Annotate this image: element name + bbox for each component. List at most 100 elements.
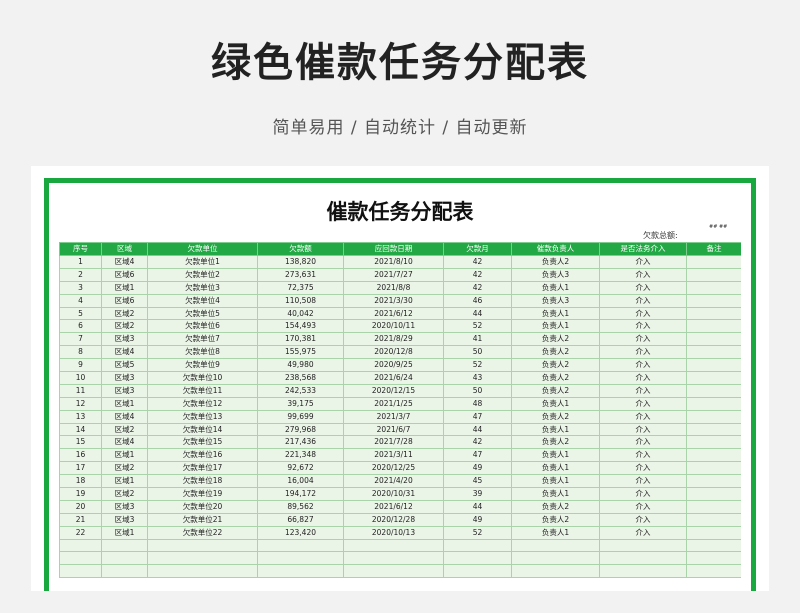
- table-cell[interactable]: 2020/10/31: [343, 487, 444, 501]
- table-cell[interactable]: 18: [59, 474, 102, 489]
- empty-cell[interactable]: [343, 564, 444, 579]
- table-cell[interactable]: 介入: [599, 396, 687, 411]
- table-cell[interactable]: 50: [443, 345, 512, 360]
- table-cell[interactable]: 介入: [599, 371, 687, 385]
- table-cell[interactable]: 2021/6/7: [343, 422, 444, 437]
- table-cell[interactable]: 42: [443, 435, 512, 450]
- table-cell[interactable]: 49: [443, 461, 512, 476]
- table-cell[interactable]: 66,827: [257, 512, 344, 527]
- table-cell[interactable]: 2020/10/13: [343, 525, 444, 540]
- table-cell[interactable]: 负责人2: [511, 371, 600, 385]
- table-cell[interactable]: 48: [443, 396, 512, 411]
- table-cell[interactable]: 区域3: [101, 371, 148, 385]
- table-cell[interactable]: 2020/12/25: [343, 461, 444, 476]
- table-cell[interactable]: [686, 525, 741, 540]
- empty-cell[interactable]: [59, 551, 102, 566]
- table-cell[interactable]: 介入: [599, 512, 687, 527]
- table-cell[interactable]: 欠款单位11: [147, 383, 258, 398]
- table-cell[interactable]: 欠款单位4: [147, 293, 258, 308]
- table-cell[interactable]: 2021/6/24: [343, 371, 444, 385]
- table-cell[interactable]: 欠款单位17: [147, 461, 258, 476]
- table-cell[interactable]: 介入: [599, 422, 687, 437]
- table-cell[interactable]: 92,672: [257, 461, 344, 476]
- empty-cell[interactable]: [443, 564, 512, 579]
- table-cell[interactable]: 16: [59, 448, 102, 463]
- table-cell[interactable]: 154,493: [257, 319, 344, 334]
- table-cell[interactable]: 欠款单位9: [147, 358, 258, 373]
- table-cell[interactable]: 负责人3: [511, 293, 600, 308]
- table-cell[interactable]: 89,562: [257, 499, 344, 514]
- empty-cell[interactable]: [257, 564, 344, 579]
- table-cell[interactable]: 区域1: [101, 396, 148, 411]
- table-cell[interactable]: 14: [59, 422, 102, 437]
- table-cell[interactable]: 2021/3/30: [343, 293, 444, 308]
- table-cell[interactable]: 279,968: [257, 422, 344, 437]
- empty-cell[interactable]: [59, 538, 102, 553]
- table-cell[interactable]: 44: [443, 306, 512, 321]
- table-cell[interactable]: 介入: [599, 474, 687, 489]
- table-cell[interactable]: 欠款单位19: [147, 487, 258, 501]
- table-cell[interactable]: 155,975: [257, 345, 344, 360]
- table-cell[interactable]: 欠款单位8: [147, 345, 258, 360]
- table-cell[interactable]: 区域1: [101, 448, 148, 463]
- table-cell[interactable]: 42: [443, 280, 512, 295]
- table-cell[interactable]: 221,348: [257, 448, 344, 463]
- table-cell[interactable]: 49,980: [257, 358, 344, 373]
- empty-cell[interactable]: [343, 551, 444, 566]
- table-cell[interactable]: 区域2: [101, 461, 148, 476]
- table-cell[interactable]: 273,631: [257, 267, 344, 282]
- table-cell[interactable]: 12: [59, 396, 102, 411]
- table-cell[interactable]: 2021/3/11: [343, 448, 444, 463]
- table-cell[interactable]: 介入: [599, 487, 687, 501]
- table-cell[interactable]: 22: [59, 525, 102, 540]
- empty-cell[interactable]: [147, 564, 258, 579]
- table-cell[interactable]: [686, 332, 741, 347]
- table-cell[interactable]: 区域4: [101, 435, 148, 450]
- table-cell[interactable]: 52: [443, 319, 512, 334]
- table-cell[interactable]: 2021/6/12: [343, 306, 444, 321]
- empty-cell[interactable]: [443, 551, 512, 566]
- table-cell[interactable]: 170,381: [257, 332, 344, 347]
- table-cell[interactable]: 3: [59, 280, 102, 295]
- table-cell[interactable]: 2020/12/8: [343, 345, 444, 360]
- table-cell[interactable]: 区域3: [101, 383, 148, 398]
- table-cell[interactable]: 16,004: [257, 474, 344, 489]
- table-cell[interactable]: 欠款单位12: [147, 396, 258, 411]
- table-cell[interactable]: 负责人1: [511, 280, 600, 295]
- table-cell[interactable]: 负责人1: [511, 525, 600, 540]
- table-cell[interactable]: 242,533: [257, 383, 344, 398]
- table-cell[interactable]: 11: [59, 383, 102, 398]
- empty-cell[interactable]: [599, 564, 687, 579]
- table-cell[interactable]: 区域4: [101, 409, 148, 424]
- table-cell[interactable]: 42: [443, 267, 512, 282]
- table-cell[interactable]: 区域4: [101, 255, 148, 269]
- table-cell[interactable]: 10: [59, 371, 102, 385]
- empty-cell[interactable]: [147, 538, 258, 553]
- table-cell[interactable]: 区域6: [101, 293, 148, 308]
- table-cell[interactable]: 介入: [599, 345, 687, 360]
- table-cell[interactable]: 欠款单位16: [147, 448, 258, 463]
- table-cell[interactable]: 50: [443, 383, 512, 398]
- table-cell[interactable]: 区域2: [101, 487, 148, 501]
- table-cell[interactable]: 介入: [599, 293, 687, 308]
- table-cell[interactable]: 43: [443, 371, 512, 385]
- table-cell[interactable]: 欠款单位2: [147, 267, 258, 282]
- table-cell[interactable]: [686, 499, 741, 514]
- table-cell[interactable]: 欠款单位5: [147, 306, 258, 321]
- table-cell[interactable]: 47: [443, 409, 512, 424]
- table-cell[interactable]: 负责人2: [511, 499, 600, 514]
- table-cell[interactable]: [686, 255, 741, 269]
- table-cell[interactable]: 负责人2: [511, 435, 600, 450]
- empty-cell[interactable]: [147, 551, 258, 566]
- table-cell[interactable]: [686, 435, 741, 450]
- table-cell[interactable]: 负责人2: [511, 332, 600, 347]
- table-cell[interactable]: [686, 396, 741, 411]
- table-cell[interactable]: 2021/7/28: [343, 435, 444, 450]
- table-cell[interactable]: 2021/7/27: [343, 267, 444, 282]
- table-cell[interactable]: 13: [59, 409, 102, 424]
- table-cell[interactable]: [686, 512, 741, 527]
- table-cell[interactable]: 欠款单位21: [147, 512, 258, 527]
- table-cell[interactable]: 20: [59, 499, 102, 514]
- table-cell[interactable]: 8: [59, 345, 102, 360]
- table-cell[interactable]: 介入: [599, 332, 687, 347]
